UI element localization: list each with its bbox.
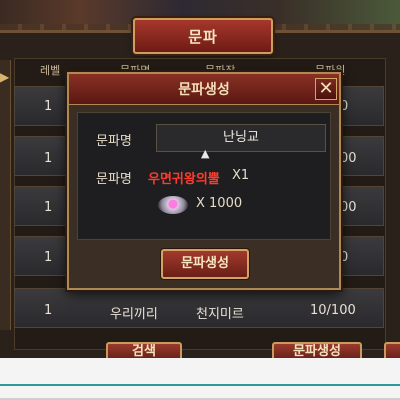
gem-icon: [158, 196, 188, 214]
row-members: 10/100: [310, 303, 356, 318]
row-level: 1: [44, 303, 53, 318]
close-icon[interactable]: ✕: [315, 78, 337, 100]
guild-name-input[interactable]: 난닝교: [156, 124, 326, 152]
row-level: 1: [44, 99, 53, 114]
row-guild-name: 우리끼리: [110, 307, 158, 322]
cost-label: 문파명: [96, 172, 132, 187]
column-header-level: 레벨: [40, 64, 61, 77]
dialog-title: 문파생성: [69, 74, 339, 105]
confirm-create-button[interactable]: 문파생성: [161, 249, 249, 279]
browser-bottom-area: [0, 358, 400, 400]
mouse-cursor-icon: ▲: [201, 147, 210, 160]
window-title: 문파: [133, 18, 273, 54]
row-members: 00: [340, 200, 357, 215]
gem-qty: X 1000: [196, 196, 243, 211]
row-members: 0: [340, 99, 349, 114]
chevron-right-icon[interactable]: ▶: [0, 70, 9, 84]
required-item-name: 우면귀왕의뿔: [148, 172, 220, 187]
guild-name-label: 문파명: [96, 134, 132, 149]
row-members: 00: [340, 151, 357, 166]
row-level: 1: [44, 151, 53, 166]
row-level: 1: [44, 250, 53, 265]
divider: [0, 384, 400, 386]
row-members: 0: [340, 250, 349, 265]
row-level: 1: [44, 200, 53, 215]
required-item-qty: X1: [232, 168, 250, 183]
row-guild-leader: 천지미르: [196, 307, 244, 322]
side-panel-edge: [0, 60, 11, 330]
